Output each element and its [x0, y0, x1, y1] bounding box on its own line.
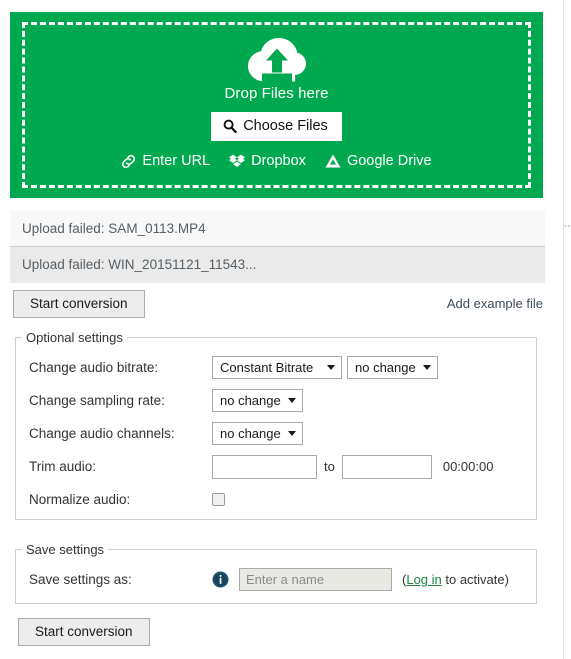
- top-action-bar: Start conversion Add example file: [10, 290, 543, 318]
- enter-url-link[interactable]: Enter URL: [121, 152, 210, 170]
- settings-name-input[interactable]: [239, 568, 392, 591]
- trim-end-input[interactable]: [341, 454, 432, 479]
- note-rest: to activate): [441, 572, 509, 587]
- setting-row-audio-bitrate: Change audio bitrate: Constant Bitrate n…: [16, 351, 536, 384]
- google-drive-link[interactable]: Google Drive: [325, 152, 432, 170]
- setting-row-save-settings: Save settings as: (Log in to activate): [16, 563, 536, 596]
- choose-files-button[interactable]: Choose Files: [211, 112, 342, 141]
- setting-row-sampling-rate: Change sampling rate: no change: [16, 384, 536, 417]
- start-conversion-button-top[interactable]: Start conversion: [13, 290, 145, 318]
- add-example-file-link[interactable]: Add example file: [447, 296, 543, 311]
- scroll-marker: ▪▪: [564, 223, 571, 230]
- upload-status-row: Upload failed: SAM_0113.MP4: [10, 211, 545, 247]
- sampling-rate-wrap: no change: [212, 389, 303, 412]
- info-icon[interactable]: [212, 571, 229, 588]
- setting-row-normalize-audio: Normalize audio:: [16, 483, 536, 516]
- trim-to-label: to: [324, 459, 335, 474]
- log-in-link[interactable]: Log in: [406, 572, 441, 587]
- dropbox-link[interactable]: Dropbox: [229, 152, 306, 170]
- enter-url-label: Enter URL: [142, 153, 211, 169]
- save-settings-label: Save settings as:: [29, 572, 132, 587]
- audio-bitrate-label: Change audio bitrate:: [29, 360, 159, 375]
- audio-bitrate-mode-select[interactable]: Constant Bitrate: [212, 356, 342, 379]
- drop-files-label: Drop Files here: [224, 85, 329, 102]
- audio-channels-select[interactable]: no change: [212, 422, 303, 445]
- cloud-upload-icon: [247, 38, 306, 82]
- sampling-rate-label: Change sampling rate:: [29, 393, 165, 408]
- optional-settings-legend: Optional settings: [26, 330, 123, 345]
- trim-duration-value: 00:00:00: [442, 459, 494, 474]
- page-divider: [563, 0, 564, 659]
- dropbox-label: Dropbox: [251, 153, 306, 169]
- sampling-rate-select[interactable]: no change: [212, 389, 303, 412]
- optional-settings-fieldset: Optional settings Change audio bitrate: …: [15, 330, 537, 520]
- login-to-activate-note: (Log in to activate): [402, 572, 509, 587]
- upload-status-list: Upload failed: SAM_0113.MP4 Upload faile…: [10, 211, 545, 283]
- normalize-audio-label: Normalize audio:: [29, 492, 131, 507]
- save-settings-legend: Save settings: [26, 542, 105, 557]
- start-conversion-button-bottom[interactable]: Start conversion: [18, 618, 150, 646]
- google-drive-icon: [325, 154, 341, 168]
- audio-bitrate-quality-select[interactable]: no change: [347, 356, 438, 379]
- audio-bitrate-mode-wrap: Constant Bitrate: [212, 356, 342, 379]
- audio-bitrate-quality-wrap: no change: [342, 356, 438, 379]
- magnifier-icon: [223, 119, 237, 133]
- google-drive-label: Google Drive: [346, 153, 432, 169]
- upload-status-row: Upload failed: WIN_20151121_11543...: [10, 247, 545, 283]
- trim-start-input[interactable]: [212, 454, 317, 479]
- file-dropzone[interactable]: Drop Files here Choose Files Enter URL D…: [10, 12, 543, 198]
- dropzone-dashed-border: Drop Files here Choose Files Enter URL D…: [22, 22, 531, 188]
- audio-channels-wrap: no change: [212, 422, 303, 445]
- audio-channels-label: Change audio channels:: [29, 426, 175, 441]
- normalize-audio-checkbox[interactable]: [212, 493, 225, 506]
- save-settings-fieldset: Save settings Save settings as: (Log in …: [15, 542, 537, 604]
- link-icon: [122, 154, 136, 168]
- setting-row-trim-audio: Trim audio: to 00:00:00: [16, 450, 536, 483]
- setting-row-audio-channels: Change audio channels: no change: [16, 417, 536, 450]
- dropbox-icon: [229, 154, 246, 167]
- trim-audio-label: Trim audio:: [29, 459, 97, 474]
- cloud-services-row: Enter URL Dropbox Google Drive: [121, 152, 432, 170]
- choose-files-label: Choose Files: [243, 118, 328, 134]
